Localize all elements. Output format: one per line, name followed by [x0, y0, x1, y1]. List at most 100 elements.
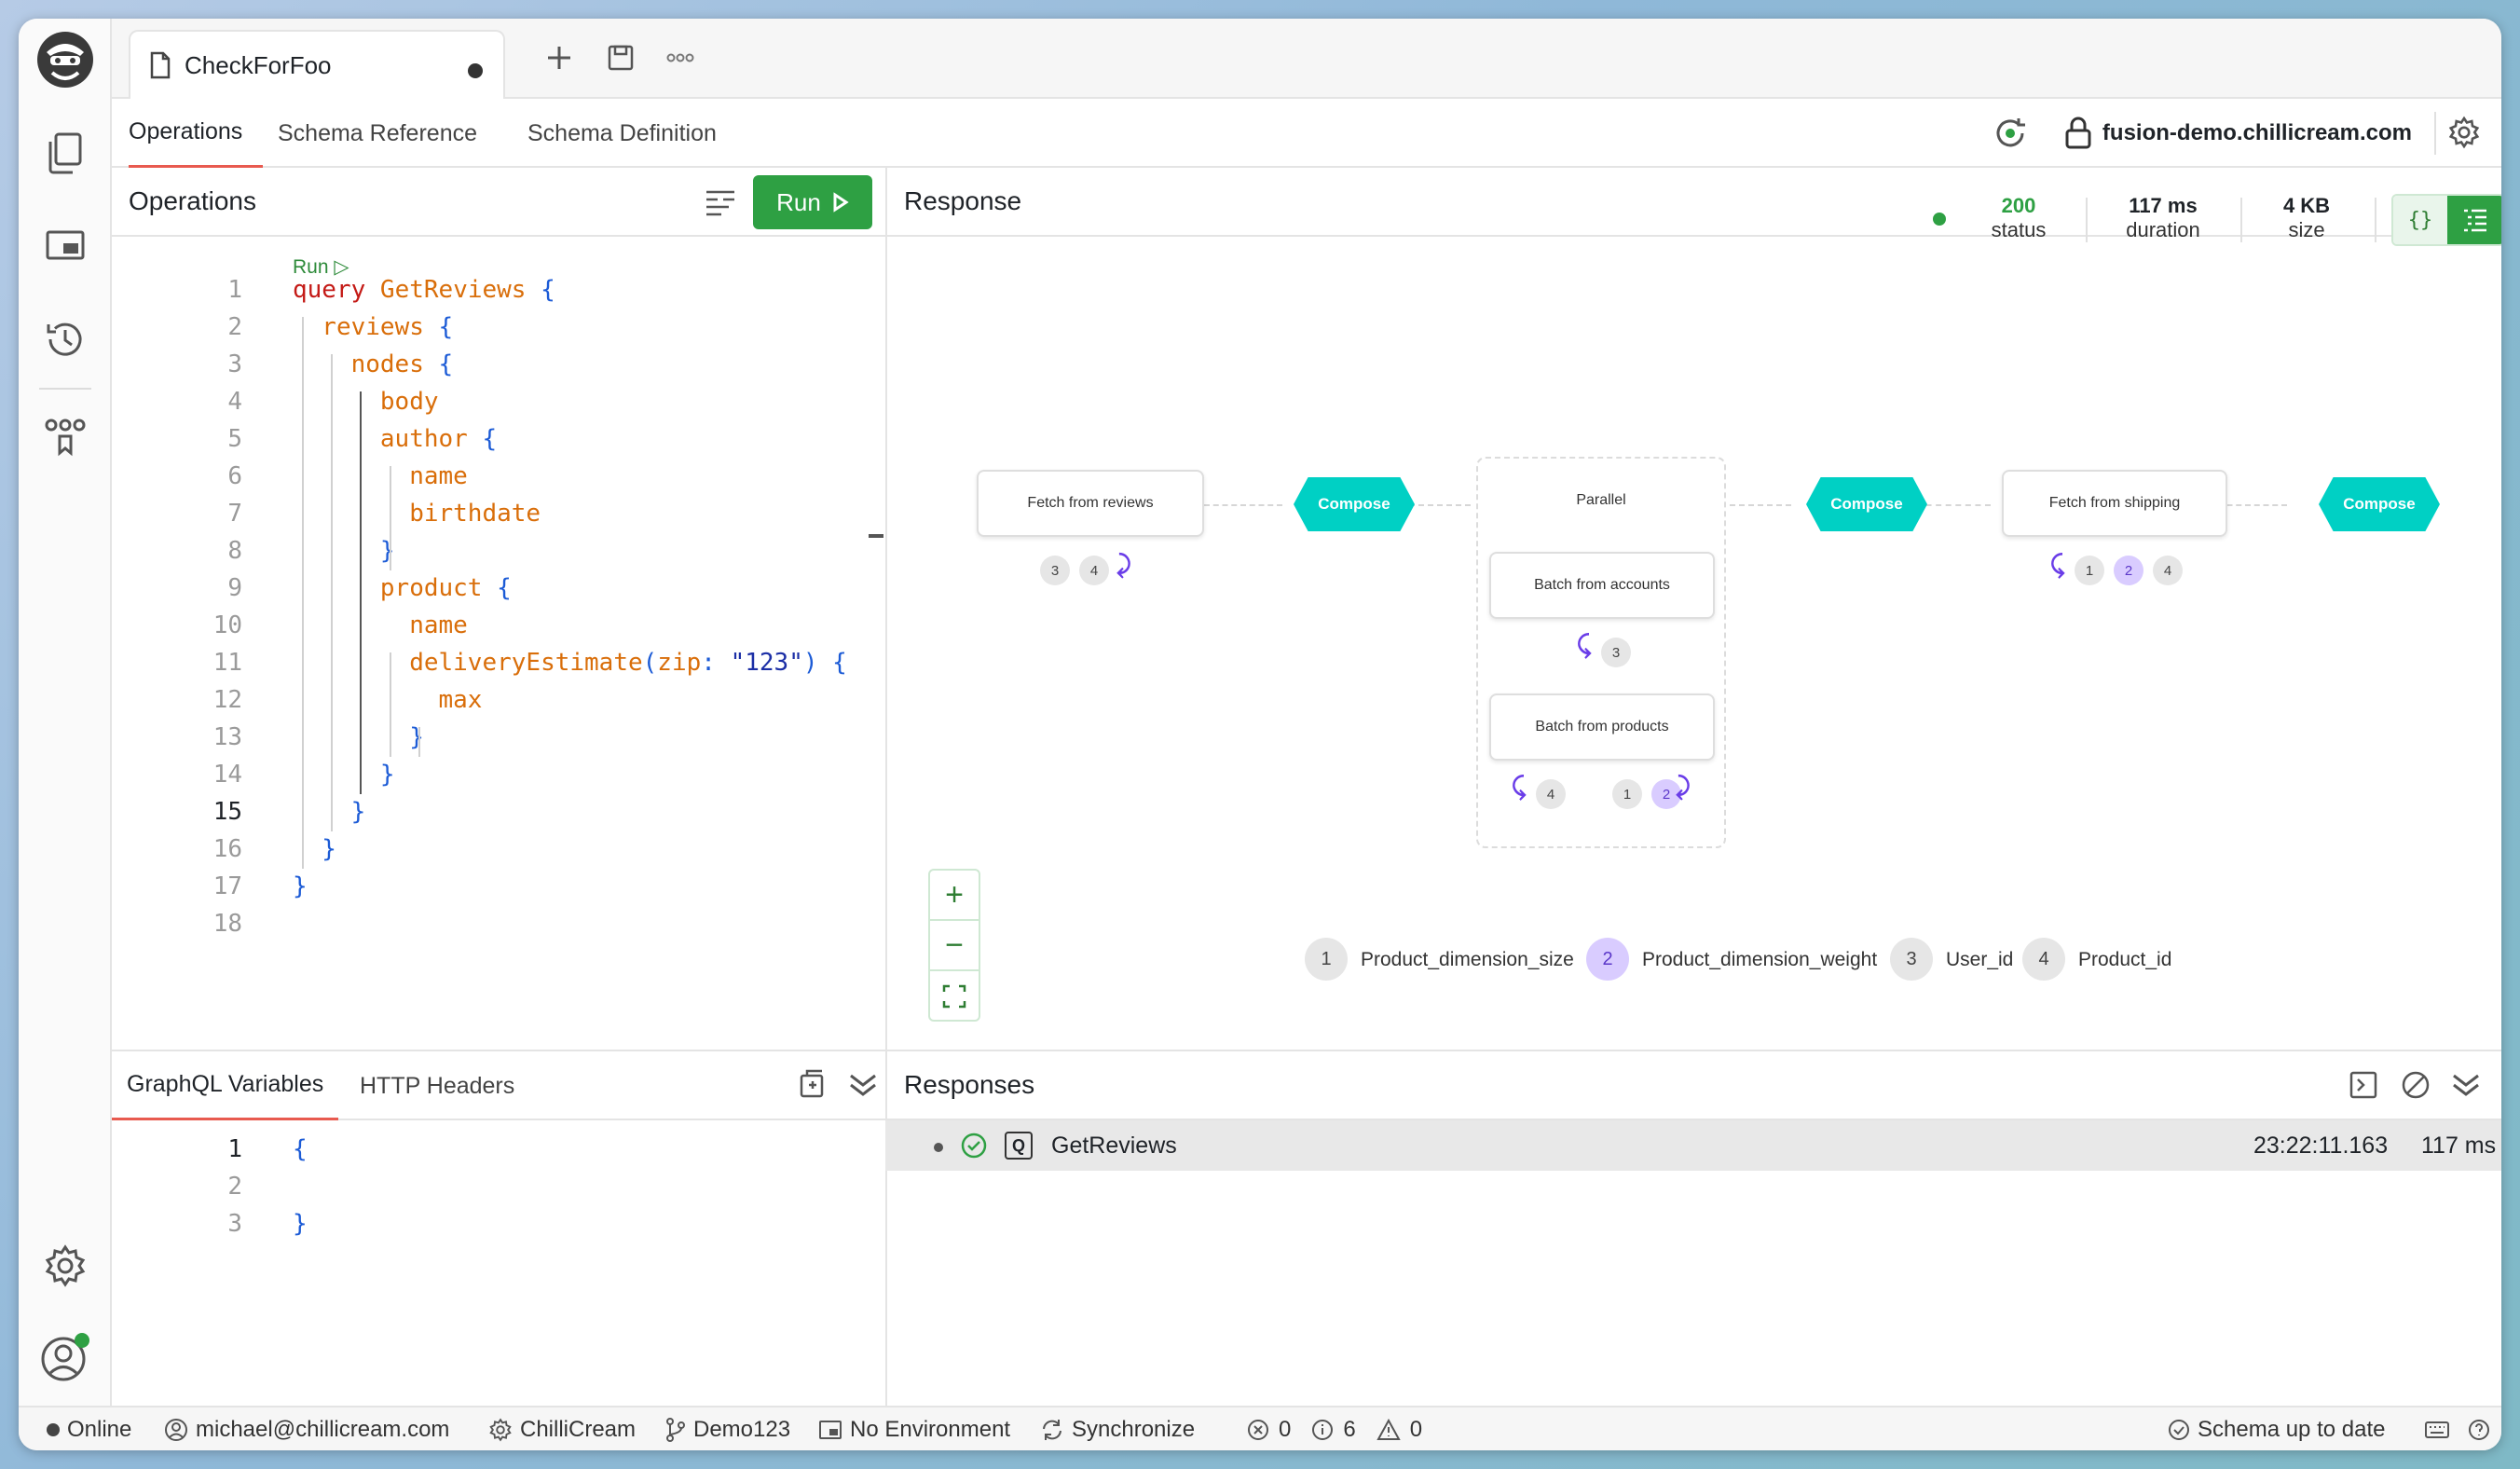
refresh-schema-icon[interactable]	[1993, 116, 2028, 156]
problems-status[interactable]: 0 6 0	[1247, 1407, 1422, 1450]
schema-status[interactable]: Schema up to date	[2168, 1407, 2385, 1450]
editor-scroll-marker[interactable]	[869, 534, 883, 538]
documents-icon[interactable]	[37, 125, 93, 181]
file-icon	[150, 51, 171, 79]
line-number: 9	[227, 574, 242, 602]
info-icon	[1312, 1420, 1334, 1440]
operation-editor[interactable]: Run ▷ 1 query GetReviews {2 reviews {3 nodes…	[112, 239, 885, 1050]
info-count: 6	[1343, 1417, 1356, 1442]
server-url[interactable]: fusion-demo.chillicream.com	[2102, 99, 2412, 168]
plan-node-compose[interactable]: Compose	[2319, 477, 2440, 531]
plan-node-fetch-shipping[interactable]: Fetch from shipping	[2002, 470, 2227, 537]
sync-icon	[1043, 1420, 1061, 1440]
list-icon	[2464, 209, 2487, 232]
workspace-status[interactable]: Demo123	[665, 1407, 790, 1450]
user-status[interactable]: michael@chillicream.com	[164, 1407, 449, 1450]
environment-status[interactable]: No Environment	[818, 1407, 1010, 1450]
code-line: }	[379, 537, 395, 565]
responses-title: Responses	[904, 1070, 1035, 1099]
code-line: max	[438, 686, 483, 714]
line-number: 8	[227, 537, 242, 565]
synchronize-status[interactable]: Synchronize	[1040, 1407, 1195, 1450]
zoom-in-plus-icon[interactable]: +	[930, 871, 979, 921]
copy-variables-icon[interactable]	[798, 1068, 826, 1105]
zoom-out-minus-icon[interactable]: −	[930, 921, 979, 971]
online-dot-icon	[47, 1423, 60, 1436]
left-rail	[19, 19, 112, 1406]
plan-chip: 4	[2153, 556, 2183, 585]
code-line: birthdate	[409, 500, 541, 528]
connection-settings-gear-icon[interactable]	[2447, 116, 2481, 154]
line-number: 12	[212, 686, 242, 714]
keyboard-shortcuts-icon[interactable]	[2425, 1407, 2449, 1450]
online-label: Online	[67, 1417, 132, 1442]
schema-label: Schema up to date	[2198, 1417, 2386, 1442]
document-tab[interactable]: CheckForFoo	[129, 30, 505, 99]
organization-gear-icon	[489, 1418, 512, 1442]
legend-label: Product_dimension_size	[1361, 949, 1574, 970]
plan-view-button[interactable]	[2447, 196, 2501, 244]
environment-icon[interactable]	[37, 218, 93, 274]
new-tab-plus-icon[interactable]	[541, 39, 578, 76]
organization-status[interactable]: ChilliCream	[488, 1407, 636, 1450]
response-timestamp: 23:22:11.163	[2253, 1132, 2389, 1159]
user-label: michael@chillicream.com	[196, 1417, 450, 1442]
response-history-row[interactable]: Q GetReviews 23:22:11.163 117 ms	[885, 1120, 2501, 1171]
environment-small-icon	[819, 1421, 842, 1439]
warning-icon	[1376, 1419, 1401, 1440]
plan-chip: 2	[2114, 556, 2143, 585]
code-line: }	[293, 1210, 308, 1238]
help-icon[interactable]	[2468, 1407, 2490, 1450]
format-document-icon[interactable]	[705, 188, 736, 221]
size-value: 4 KB	[2282, 194, 2331, 217]
plan-node-batch-products[interactable]: Batch from products	[1489, 693, 1715, 761]
schema-check-icon	[2169, 1420, 2189, 1440]
environment-label: No Environment	[850, 1417, 1011, 1442]
api-catalog-icon[interactable]	[37, 408, 93, 464]
tab-schema-definition[interactable]: Schema Definition	[527, 99, 717, 168]
plan-node-batch-accounts[interactable]: Batch from accounts	[1489, 552, 1715, 619]
line-number: 15	[212, 798, 242, 826]
plan-node-fetch-reviews[interactable]: Fetch from reviews	[977, 470, 1204, 537]
history-icon[interactable]	[37, 311, 93, 367]
line-number: 18	[212, 910, 242, 938]
unsaved-indicator-icon	[468, 63, 483, 78]
plan-node-compose[interactable]: Compose	[1294, 477, 1415, 531]
status-ok-dot-icon	[1933, 213, 1946, 226]
collapse-responses-icon[interactable]	[2451, 1072, 2481, 1103]
code-line: nodes {	[350, 350, 454, 378]
account-avatar-icon[interactable]	[37, 1329, 93, 1385]
tab-graphql-variables[interactable]: GraphQL Variables	[112, 1051, 339, 1120]
online-status[interactable]: Online	[47, 1407, 131, 1450]
response-operation-name: GetReviews	[1051, 1132, 1177, 1159]
plan-node-compose[interactable]: Compose	[1806, 477, 1927, 531]
variables-editor[interactable]: 1 {2 3}	[112, 1120, 885, 1400]
tab-http-headers[interactable]: HTTP Headers	[360, 1051, 514, 1120]
size-stat: 4 KB size	[2255, 194, 2358, 242]
plan-chip: 4	[1536, 779, 1566, 809]
variables-header: GraphQL Variables HTTP Headers	[112, 1051, 885, 1120]
collapse-variables-icon[interactable]	[848, 1072, 878, 1103]
plan-chip: 3	[1040, 556, 1070, 585]
tab-operations[interactable]: Operations	[129, 99, 263, 168]
fit-view-icon[interactable]	[930, 971, 979, 1022]
clear-responses-icon[interactable]	[2401, 1070, 2431, 1105]
plan-chip: 4	[1079, 556, 1109, 585]
console-icon[interactable]	[2349, 1070, 2378, 1105]
code-line: }	[322, 835, 336, 863]
app-logo-icon[interactable]	[37, 32, 93, 88]
more-options-icon[interactable]	[662, 39, 699, 76]
settings-gear-icon[interactable]	[37, 1238, 93, 1294]
code-line: name	[409, 462, 468, 490]
legend-label: User_id	[1946, 949, 2014, 970]
tab-schema-reference[interactable]: Schema Reference	[278, 99, 477, 168]
query-plan-graph: Fetch from reviews 3 4 ⤸ Compose Paralle…	[887, 239, 2501, 1050]
json-view-button[interactable]: {}	[2393, 196, 2448, 244]
plan-chip: 1	[1612, 779, 1642, 809]
save-icon[interactable]	[602, 39, 639, 76]
duration-value: 117 ms	[2129, 194, 2198, 217]
loop-arrow-icon: ⤹	[1577, 630, 1592, 658]
plan-parallel-label: Parallel	[1576, 492, 1626, 508]
line-number: 3	[227, 350, 242, 378]
run-button[interactable]: Run	[753, 175, 872, 229]
